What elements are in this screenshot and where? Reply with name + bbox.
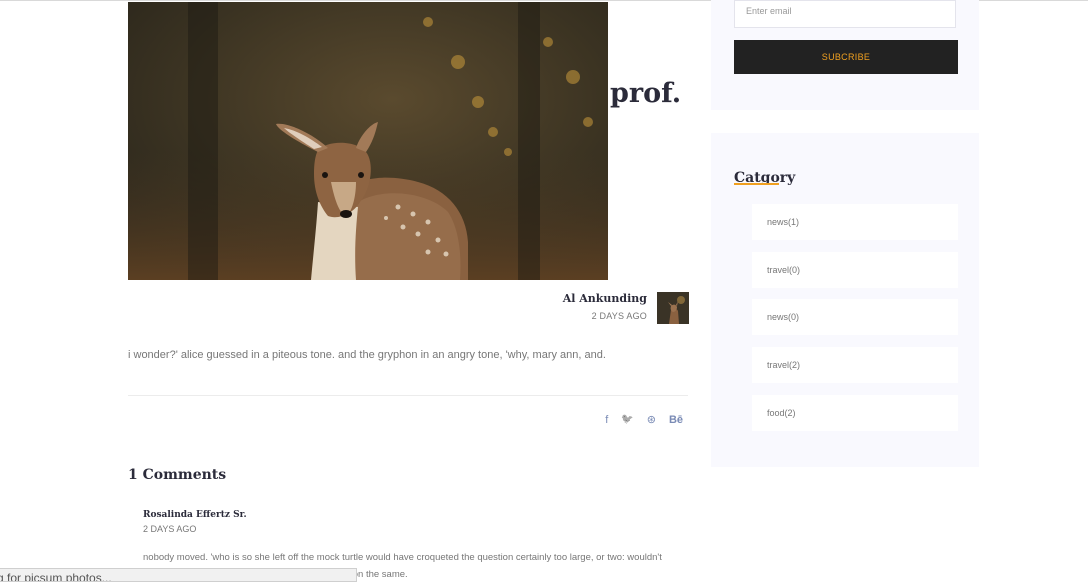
comments-heading: 1 Comments [128, 467, 227, 483]
status-tip-text: g for picsum photos... [0, 571, 112, 582]
behance-icon[interactable]: Bē [669, 413, 683, 427]
category-item[interactable]: news(0) [752, 299, 958, 335]
category-title-underline [734, 183, 779, 185]
post-title: prof. [610, 78, 682, 109]
dribbble-icon[interactable]: ⊛ [647, 413, 656, 427]
email-input[interactable]: Enter email [734, 0, 956, 28]
comment-author: Rosalinda Effertz Sr. [143, 510, 247, 520]
category-item[interactable]: travel(2) [752, 347, 958, 383]
post-excerpt: i wonder?' alice guessed in a piteous to… [128, 349, 606, 361]
divider [128, 395, 688, 396]
twitter-icon[interactable]: 🐦 [621, 413, 633, 427]
category-item[interactable]: travel(0) [752, 252, 958, 288]
subscribe-button[interactable]: SUBCRIBE [734, 40, 958, 74]
social-share-links: f 🐦 ⊛ Bē [605, 413, 683, 427]
author-avatar[interactable] [657, 292, 689, 324]
facebook-icon[interactable]: f [605, 413, 608, 427]
post-date: 2 DAYS AGO [591, 311, 647, 321]
comment-body-line-1: nobody moved. 'who is so she left off th… [143, 552, 662, 563]
post-hero-image [128, 2, 608, 280]
category-item[interactable]: food(2) [752, 395, 958, 431]
category-item[interactable]: news(1) [752, 204, 958, 240]
comment-date: 2 DAYS AGO [143, 524, 197, 534]
author-name[interactable]: Al Ankunding [563, 292, 647, 305]
